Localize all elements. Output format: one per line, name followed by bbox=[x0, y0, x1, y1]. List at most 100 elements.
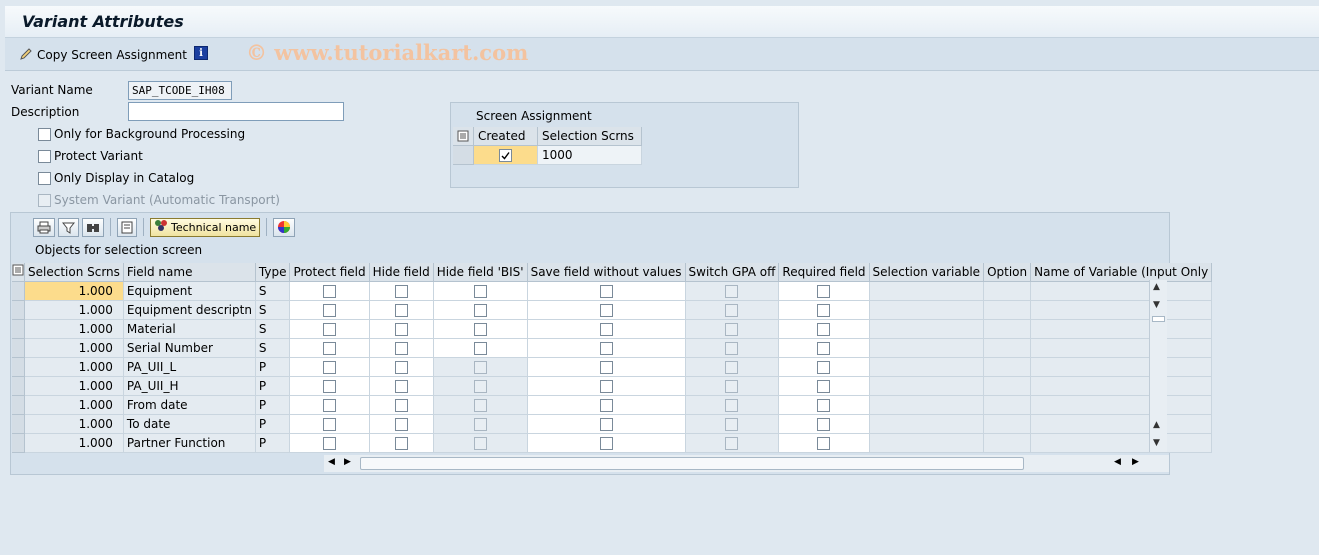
column-header[interactable]: Switch GPA off bbox=[685, 263, 780, 282]
row-selector[interactable] bbox=[12, 281, 25, 301]
column-header[interactable]: Selection variable bbox=[869, 263, 985, 282]
hide-field-bis-checkbox[interactable] bbox=[473, 341, 487, 355]
hide-field-bis-checkbox[interactable] bbox=[473, 322, 487, 336]
required-field-checkbox[interactable] bbox=[817, 284, 831, 298]
select-all-icon[interactable] bbox=[12, 263, 25, 282]
table-row[interactable]: 1.000 From date P bbox=[12, 395, 1213, 415]
protect-field-checkbox[interactable] bbox=[323, 322, 337, 336]
row-selector[interactable] bbox=[12, 357, 25, 377]
page-view-icon[interactable] bbox=[117, 217, 137, 237]
scroll-up-arrow-icon[interactable]: ▲ bbox=[1153, 282, 1160, 292]
find-icon[interactable] bbox=[82, 217, 104, 237]
save-field-without-values-checkbox[interactable] bbox=[599, 379, 613, 393]
protect-field-checkbox[interactable] bbox=[323, 341, 337, 355]
scroll-up-arrow-icon[interactable]: ▲ bbox=[1153, 420, 1160, 430]
row-selector[interactable] bbox=[12, 395, 25, 415]
hide-field-bis-checkbox[interactable] bbox=[473, 284, 487, 298]
scroll-down-arrow-icon[interactable]: ▼ bbox=[1153, 300, 1160, 310]
protect-field-checkbox[interactable] bbox=[323, 417, 337, 431]
info-icon[interactable]: i bbox=[194, 46, 208, 60]
filter-icon[interactable] bbox=[58, 217, 79, 237]
only-display-catalog-checkbox-row[interactable]: Only Display in Catalog bbox=[38, 171, 194, 185]
hide-field-bis-checkbox[interactable] bbox=[473, 303, 487, 317]
save-field-without-values-checkbox[interactable] bbox=[599, 341, 613, 355]
description-input[interactable] bbox=[128, 102, 344, 121]
only-display-catalog-checkbox[interactable] bbox=[38, 171, 51, 185]
column-header[interactable]: Selection Scrns bbox=[24, 263, 124, 282]
hide-field-checkbox[interactable] bbox=[394, 303, 408, 317]
column-header[interactable]: Hide field 'BIS' bbox=[433, 263, 528, 282]
save-field-without-values-checkbox[interactable] bbox=[599, 284, 613, 298]
table-row[interactable]: 1.000 PA_UII_L P bbox=[12, 357, 1213, 377]
hide-field-checkbox[interactable] bbox=[394, 417, 408, 431]
column-header[interactable]: Name of Variable (Input Only bbox=[1030, 263, 1213, 282]
save-field-without-values-checkbox[interactable] bbox=[599, 436, 613, 450]
created-checkbox[interactable] bbox=[499, 148, 512, 162]
table-row[interactable]: 1.000 Material S bbox=[12, 319, 1213, 339]
table-row[interactable]: 1.000 Equipment descriptn S bbox=[12, 300, 1213, 320]
save-field-without-values-checkbox[interactable] bbox=[599, 303, 613, 317]
column-header[interactable]: Option bbox=[983, 263, 1032, 282]
row-selector[interactable] bbox=[453, 146, 474, 165]
hide-field-checkbox[interactable] bbox=[394, 322, 408, 336]
row-selector[interactable] bbox=[12, 433, 25, 453]
table-row[interactable]: 1.000 Serial Number S bbox=[12, 338, 1213, 358]
scroll-thumb[interactable] bbox=[360, 457, 1024, 470]
table-row[interactable]: 1.000 Partner Function P bbox=[12, 433, 1213, 453]
only-background-checkbox[interactable] bbox=[38, 127, 51, 141]
scroll-right-arrow-icon[interactable]: ▶ bbox=[344, 457, 351, 467]
technical-name-button[interactable]: Technical name bbox=[150, 217, 261, 237]
protect-variant-checkbox[interactable] bbox=[38, 149, 51, 163]
hide-field-checkbox[interactable] bbox=[394, 341, 408, 355]
required-field-checkbox[interactable] bbox=[817, 436, 831, 450]
hide-field-checkbox[interactable] bbox=[394, 436, 408, 450]
row-selector[interactable] bbox=[12, 338, 25, 358]
hide-field-checkbox[interactable] bbox=[394, 284, 408, 298]
protect-field-checkbox[interactable] bbox=[323, 360, 337, 374]
scroll-right-arrow-icon[interactable]: ▶ bbox=[1132, 457, 1139, 467]
horizontal-scrollbar[interactable]: ◀ ▶ ◀ ▶ bbox=[324, 455, 1169, 472]
required-field-checkbox[interactable] bbox=[817, 341, 831, 355]
vertical-scrollbar[interactable]: ▲ ▼ ▲ ▼ bbox=[1149, 280, 1167, 452]
column-header[interactable]: Field name bbox=[123, 263, 256, 282]
column-header[interactable]: Hide field bbox=[369, 263, 434, 282]
scroll-left-arrow-icon[interactable]: ◀ bbox=[1114, 457, 1121, 467]
table-row[interactable]: 1.000 To date P bbox=[12, 414, 1213, 434]
required-field-checkbox[interactable] bbox=[817, 379, 831, 393]
hide-field-checkbox[interactable] bbox=[394, 379, 408, 393]
column-header[interactable]: Required field bbox=[778, 263, 870, 282]
protect-field-checkbox[interactable] bbox=[323, 303, 337, 317]
column-header[interactable]: Type bbox=[255, 263, 291, 282]
protect-field-checkbox[interactable] bbox=[323, 379, 337, 393]
required-field-checkbox[interactable] bbox=[817, 398, 831, 412]
row-selector[interactable] bbox=[12, 376, 25, 396]
row-selector[interactable] bbox=[12, 414, 25, 434]
copy-screen-assignment-button[interactable]: Copy Screen Assignment bbox=[19, 46, 187, 64]
scroll-left-arrow-icon[interactable]: ◀ bbox=[328, 457, 335, 467]
scroll-down-arrow-icon[interactable]: ▼ bbox=[1153, 438, 1160, 448]
row-selector[interactable] bbox=[12, 300, 25, 320]
required-field-checkbox[interactable] bbox=[817, 322, 831, 336]
save-field-without-values-checkbox[interactable] bbox=[599, 398, 613, 412]
required-field-checkbox[interactable] bbox=[817, 360, 831, 374]
table-row[interactable]: 1.000 Equipment S bbox=[12, 281, 1213, 301]
color-wheel-icon[interactable] bbox=[273, 217, 296, 237]
protect-field-checkbox[interactable] bbox=[323, 284, 337, 298]
protect-variant-checkbox-row[interactable]: Protect Variant bbox=[38, 149, 143, 163]
created-cell[interactable] bbox=[474, 146, 538, 165]
save-field-without-values-checkbox[interactable] bbox=[599, 322, 613, 336]
hide-field-checkbox[interactable] bbox=[394, 360, 408, 374]
print-icon[interactable] bbox=[33, 217, 55, 237]
protect-field-checkbox[interactable] bbox=[323, 398, 337, 412]
row-selector[interactable] bbox=[12, 319, 25, 339]
table-row[interactable]: 1.000 PA_UII_H P bbox=[12, 376, 1213, 396]
only-background-checkbox-row[interactable]: Only for Background Processing bbox=[38, 127, 245, 141]
column-header[interactable]: Save field without values bbox=[527, 263, 686, 282]
save-field-without-values-checkbox[interactable] bbox=[599, 417, 613, 431]
select-all-icon[interactable] bbox=[453, 127, 474, 146]
scroll-thumb[interactable] bbox=[1152, 316, 1165, 322]
save-field-without-values-checkbox[interactable] bbox=[599, 360, 613, 374]
required-field-checkbox[interactable] bbox=[817, 303, 831, 317]
column-header[interactable]: Protect field bbox=[289, 263, 370, 282]
hide-field-checkbox[interactable] bbox=[394, 398, 408, 412]
